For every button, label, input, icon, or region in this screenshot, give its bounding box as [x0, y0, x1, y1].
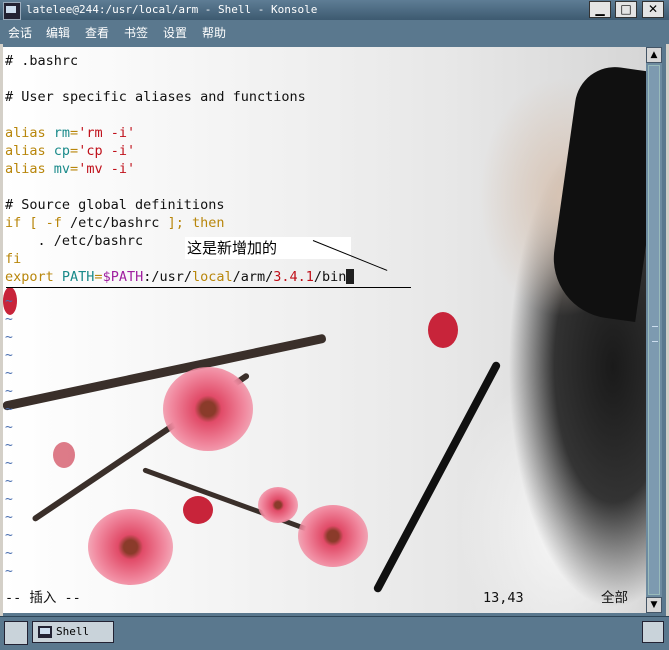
- scrollbar-grip-icon: [652, 326, 658, 342]
- code-line-9: # Source global definitions: [5, 197, 225, 213]
- taskbar-close-icon[interactable]: [642, 621, 664, 643]
- menu-settings[interactable]: 设置: [163, 24, 187, 41]
- background-bud: [183, 496, 213, 524]
- empty-line-tilde: ~: [5, 384, 13, 399]
- background-bud: [53, 442, 75, 468]
- code-line-10: if [ -f /etc/bashrc ]; then: [5, 215, 225, 231]
- new-session-icon[interactable]: [4, 621, 28, 645]
- background-blossom: [258, 487, 298, 523]
- empty-line-tilde: ~: [5, 420, 13, 435]
- empty-line-tilde: ~: [5, 402, 13, 417]
- scroll-up-button[interactable]: ▲: [646, 47, 662, 63]
- background-blossom: [163, 367, 253, 451]
- empty-line-tilde: ~: [5, 294, 13, 309]
- terminal-tab-icon: [38, 626, 52, 638]
- menu-view[interactable]: 查看: [85, 24, 109, 41]
- menu-help[interactable]: 帮助: [202, 24, 226, 41]
- background-blossom: [88, 509, 173, 585]
- vertical-scrollbar[interactable]: ▲ ▼: [646, 47, 662, 613]
- text-cursor: [346, 269, 355, 284]
- empty-line-tilde: ~: [5, 330, 13, 345]
- empty-line-tilde: ~: [5, 438, 13, 453]
- status-cursor-position: 13,43: [483, 590, 524, 606]
- empty-line-tilde: ~: [5, 546, 13, 561]
- scroll-down-button[interactable]: ▼: [646, 597, 662, 613]
- annotation-label: 这是新增加的: [185, 237, 351, 259]
- background-blossom: [298, 505, 368, 567]
- empty-line-tilde: ~: [5, 510, 13, 525]
- window-title: latelee@244:/usr/local/arm - Shell - Kon…: [26, 3, 318, 16]
- background-hair-strand: [372, 360, 502, 594]
- empty-line-tilde: ~: [5, 492, 13, 507]
- maximize-button[interactable]: □: [615, 1, 637, 18]
- background-hair-shape: [546, 61, 646, 323]
- close-button[interactable]: ✕: [642, 1, 664, 18]
- empty-line-tilde: ~: [5, 312, 13, 327]
- empty-line-tilde: ~: [5, 456, 13, 471]
- code-line-7: alias mv='mv -i': [5, 161, 136, 177]
- minimize-button[interactable]: ▁: [589, 1, 611, 18]
- empty-line-tilde: ~: [5, 474, 13, 489]
- background-bud: [428, 312, 458, 348]
- scrollbar-thumb[interactable]: [648, 65, 660, 595]
- code-line-3: # User specific aliases and functions: [5, 89, 306, 105]
- menu-session[interactable]: 会话: [8, 24, 32, 41]
- status-view-scope: 全部: [601, 590, 628, 606]
- code-line-5: alias rm='rm -i': [5, 125, 136, 141]
- code-line-12: fi: [5, 251, 22, 267]
- vim-status-line: -- 插入 -- 13,43 全部: [3, 589, 646, 607]
- menu-edit[interactable]: 编辑: [46, 24, 70, 41]
- empty-line-tilde: ~: [5, 564, 13, 579]
- empty-line-tilde: ~: [5, 348, 13, 363]
- empty-line-tilde: ~: [5, 528, 13, 543]
- code-line-13: export PATH=$PATH:/usr/local/arm/3.4.1/b…: [5, 268, 355, 286]
- code-line-1: # .bashrc: [5, 53, 79, 69]
- empty-line-tilde: ~: [5, 366, 13, 381]
- code-line-6: alias cp='cp -i': [5, 143, 136, 159]
- status-mode: -- 插入 --: [5, 590, 81, 606]
- cursor-line-underline: [6, 287, 411, 288]
- window-titlebar[interactable]: latelee@244:/usr/local/arm - Shell - Kon…: [0, 0, 669, 20]
- terminal-app-icon[interactable]: [3, 2, 21, 20]
- code-line-11: . /etc/bashrc: [5, 233, 144, 249]
- session-tab-label: Shell: [56, 625, 90, 638]
- terminal-view[interactable]: # .bashrc # User specific aliases and fu…: [3, 47, 646, 613]
- menu-bar: 会话 编辑 查看 书签 设置 帮助: [0, 20, 669, 44]
- menu-bookmarks[interactable]: 书签: [124, 24, 148, 41]
- session-taskbar: Shell: [0, 616, 669, 650]
- session-tab-shell[interactable]: Shell: [32, 621, 114, 643]
